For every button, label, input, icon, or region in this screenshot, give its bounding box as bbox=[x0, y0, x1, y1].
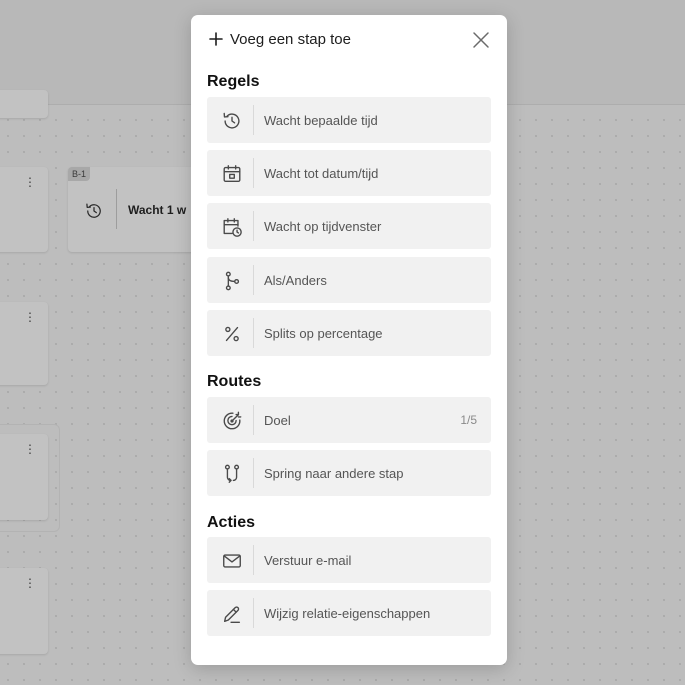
step-option-label: Verstuur e-mail bbox=[264, 553, 352, 568]
step-option-label: Splits op percentage bbox=[264, 326, 383, 341]
node-menu-icon[interactable]: ⋮ bbox=[24, 176, 36, 188]
node-divider bbox=[116, 189, 117, 229]
item-divider bbox=[253, 545, 254, 575]
jump-icon bbox=[221, 463, 243, 485]
branch-icon bbox=[221, 270, 243, 292]
node-menu-icon[interactable]: ⋮ bbox=[24, 311, 36, 323]
background-node-card[interactable] bbox=[0, 90, 48, 118]
mail-icon bbox=[221, 550, 243, 572]
goal-usage-count: 1/5 bbox=[460, 413, 477, 427]
step-option-label: Spring naar andere stap bbox=[264, 466, 404, 481]
calendar-clock-icon bbox=[221, 216, 243, 238]
node-menu-icon[interactable]: ⋮ bbox=[24, 577, 36, 589]
percent-icon bbox=[221, 323, 243, 345]
close-icon bbox=[473, 32, 489, 48]
step-option-label: Doel bbox=[264, 413, 291, 428]
calendar-icon bbox=[221, 163, 243, 185]
step-option-wijzig-relatie-eigenschappen[interactable]: Wijzig relatie-eigenschappen bbox=[207, 590, 491, 636]
item-divider bbox=[253, 265, 254, 295]
step-option-label: Wacht op tijdvenster bbox=[264, 219, 382, 234]
add-step-panel: Voeg een stap toe Regels Wacht bepaalde … bbox=[191, 15, 507, 665]
item-divider bbox=[253, 405, 254, 435]
step-option-als-anders[interactable]: Als/Anders bbox=[207, 257, 491, 303]
target-icon bbox=[221, 410, 243, 432]
step-option-label: Als/Anders bbox=[264, 273, 327, 288]
panel-title: Voeg een stap toe bbox=[230, 31, 351, 48]
item-divider bbox=[253, 158, 254, 188]
step-option-doel[interactable]: Doel 1/5 bbox=[207, 397, 491, 443]
item-divider bbox=[253, 211, 254, 241]
node-menu-icon[interactable]: ⋮ bbox=[24, 443, 36, 455]
step-option-label: Wijzig relatie-eigenschappen bbox=[264, 606, 431, 621]
item-divider bbox=[253, 105, 254, 135]
background-node-card[interactable]: ⋮ bbox=[0, 568, 48, 654]
step-option-wacht-tot-datum-tijd[interactable]: Wacht tot datum/tijd bbox=[207, 150, 491, 196]
step-option-wacht-bepaalde-tijd[interactable]: Wacht bepaalde tijd bbox=[207, 97, 491, 143]
section-title-acties: Acties bbox=[207, 514, 256, 531]
background-node-card[interactable]: ⋮ bbox=[0, 167, 48, 252]
panel-header: Voeg een stap toe bbox=[191, 15, 507, 65]
background-node-card[interactable]: ⋮ bbox=[0, 434, 48, 520]
plus-icon bbox=[209, 32, 223, 46]
step-option-spring-naar-andere-stap[interactable]: Spring naar andere stap bbox=[207, 450, 491, 496]
item-divider bbox=[253, 458, 254, 488]
clock-history-icon bbox=[84, 201, 104, 221]
step-option-label: Wacht tot datum/tijd bbox=[264, 166, 379, 181]
item-divider bbox=[253, 318, 254, 348]
clock-history-icon bbox=[221, 110, 243, 132]
section-title-routes: Routes bbox=[207, 373, 262, 390]
pencil-icon bbox=[221, 603, 243, 625]
close-button[interactable] bbox=[471, 30, 491, 50]
section-title-regels: Regels bbox=[207, 73, 260, 90]
step-option-splits-op-percentage[interactable]: Splits op percentage bbox=[207, 310, 491, 356]
background-node-card[interactable]: ⋮ bbox=[0, 302, 48, 385]
step-option-verstuur-e-mail[interactable]: Verstuur e-mail bbox=[207, 537, 491, 583]
node-tag: B-1 bbox=[68, 167, 91, 181]
step-option-wacht-op-tijdvenster[interactable]: Wacht op tijdvenster bbox=[207, 203, 491, 249]
node-title: Wacht 1 w bbox=[128, 203, 187, 217]
item-divider bbox=[253, 598, 254, 628]
step-option-label: Wacht bepaalde tijd bbox=[264, 113, 378, 128]
background-node-b1[interactable]: B-1 Wacht 1 w bbox=[68, 167, 198, 252]
